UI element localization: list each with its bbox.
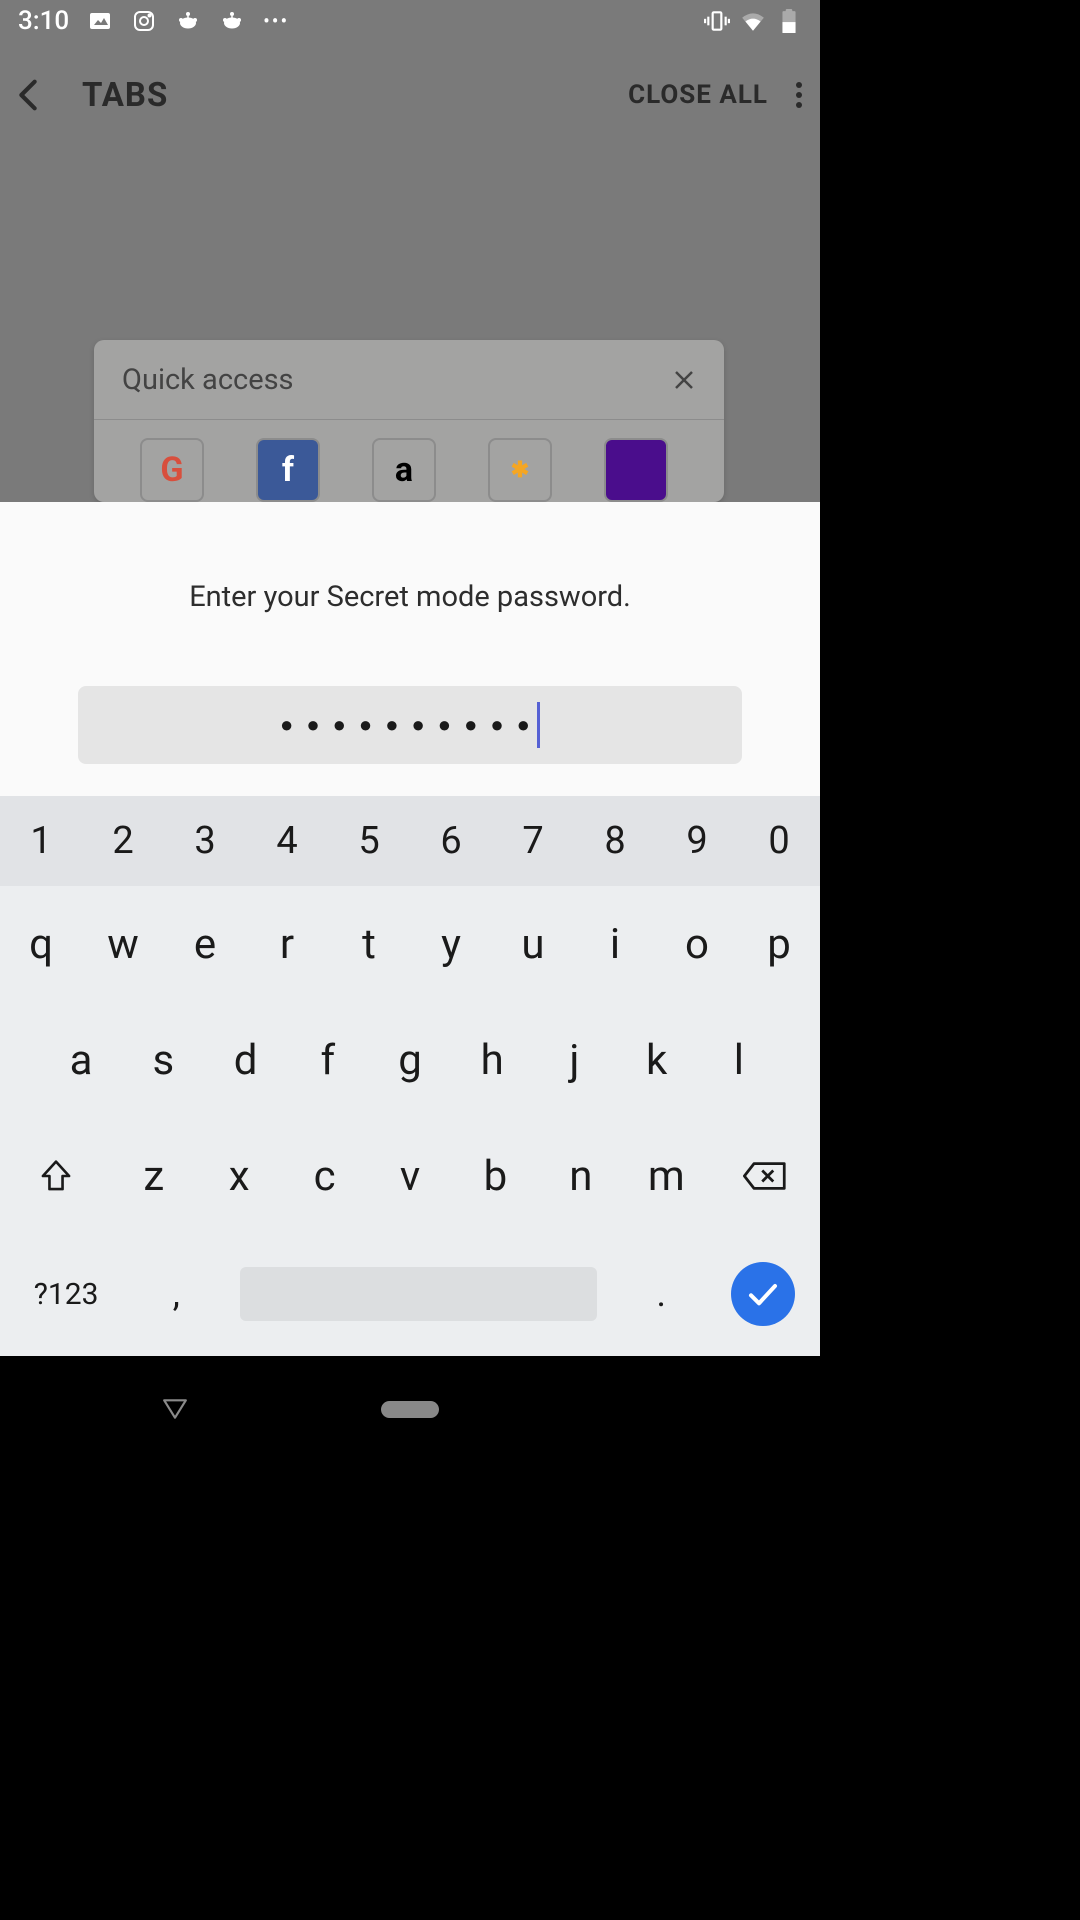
nav-home-pill[interactable]	[381, 1401, 439, 1418]
comma-key[interactable]: ,	[132, 1234, 220, 1354]
more-menu-icon[interactable]	[796, 82, 802, 108]
key-4[interactable]: 4	[246, 796, 328, 886]
quick-access-icons: G f a ✱	[94, 420, 724, 502]
keyboard-row-2: a s d f g h j k l	[0, 1002, 820, 1118]
keyboard-bottom-row: ?123 , .	[0, 1234, 820, 1354]
space-key[interactable]	[220, 1234, 617, 1354]
keyboard-number-row: 1 2 3 4 5 6 7 8 9 0	[0, 796, 820, 886]
password-value: ●●●●●●●●●●	[280, 712, 543, 738]
key-0[interactable]: 0	[738, 796, 820, 886]
key-6[interactable]: 6	[410, 796, 492, 886]
key-b[interactable]: b	[453, 1118, 538, 1234]
period-key[interactable]: .	[617, 1234, 705, 1354]
key-5[interactable]: 5	[328, 796, 410, 886]
quick-access-facebook[interactable]: f	[256, 438, 320, 502]
keyboard-row-1: q w e r t y u i o p	[0, 886, 820, 1002]
status-right	[704, 8, 802, 34]
key-9[interactable]: 9	[656, 796, 738, 886]
key-v[interactable]: v	[367, 1118, 452, 1234]
key-7[interactable]: 7	[492, 796, 574, 886]
quick-access-title: Quick access	[122, 363, 294, 397]
reddit-icon	[175, 8, 201, 34]
quick-access-header: Quick access	[94, 340, 724, 420]
quick-access-google[interactable]: G	[140, 438, 204, 502]
key-c[interactable]: c	[282, 1118, 367, 1234]
key-u[interactable]: u	[492, 886, 574, 1002]
key-2[interactable]: 2	[82, 796, 164, 886]
key-z[interactable]: z	[111, 1118, 196, 1234]
nav-back-icon[interactable]	[162, 1398, 188, 1420]
background-overlay: 3:10 •••	[0, 0, 820, 502]
password-prompt-panel: Enter your Secret mode password. ●●●●●●●…	[0, 502, 820, 796]
key-8[interactable]: 8	[574, 796, 656, 886]
quick-access-yahoo[interactable]	[604, 438, 668, 502]
key-1[interactable]: 1	[0, 796, 82, 886]
photos-icon	[87, 8, 113, 34]
status-bar: 3:10 •••	[0, 0, 820, 42]
password-input[interactable]: ●●●●●●●●●●	[78, 686, 742, 764]
shift-key[interactable]	[0, 1118, 111, 1234]
key-r[interactable]: r	[246, 886, 328, 1002]
quick-access-amazon[interactable]: a	[372, 438, 436, 502]
key-q[interactable]: q	[0, 886, 82, 1002]
enter-button	[731, 1262, 795, 1326]
battery-icon	[776, 8, 802, 34]
more-notifications-icon: •••	[263, 8, 289, 34]
app-bar: TABS CLOSE ALL	[0, 60, 820, 130]
close-icon[interactable]	[672, 368, 696, 392]
key-x[interactable]: x	[196, 1118, 281, 1234]
text-cursor	[537, 702, 540, 748]
quick-access-card: Quick access G f a ✱	[94, 340, 724, 502]
space-bar	[240, 1267, 597, 1321]
key-3[interactable]: 3	[164, 796, 246, 886]
key-m[interactable]: m	[624, 1118, 709, 1234]
key-a[interactable]: a	[40, 1002, 122, 1118]
key-s[interactable]: s	[122, 1002, 204, 1118]
key-t[interactable]: t	[328, 886, 410, 1002]
quick-access-walmart[interactable]: ✱	[488, 438, 552, 502]
key-l[interactable]: l	[698, 1002, 780, 1118]
wifi-icon	[740, 8, 766, 34]
key-p[interactable]: p	[738, 886, 820, 1002]
status-left: 3:10 •••	[18, 6, 289, 36]
key-i[interactable]: i	[574, 886, 656, 1002]
key-e[interactable]: e	[164, 886, 246, 1002]
key-k[interactable]: k	[616, 1002, 698, 1118]
vibrate-icon	[704, 8, 730, 34]
enter-key[interactable]	[705, 1234, 820, 1354]
instagram-icon	[131, 8, 157, 34]
page-title: TABS	[82, 76, 168, 115]
reddit-icon-2	[219, 8, 245, 34]
status-time: 3:10	[18, 6, 69, 36]
keyboard-row-3: z x c v b n m	[0, 1118, 820, 1234]
key-f[interactable]: f	[287, 1002, 369, 1118]
key-g[interactable]: g	[369, 1002, 451, 1118]
keyboard: 1 2 3 4 5 6 7 8 9 0 q w e r t y u i o p …	[0, 796, 820, 1356]
key-y[interactable]: y	[410, 886, 492, 1002]
key-o[interactable]: o	[656, 886, 738, 1002]
key-n[interactable]: n	[538, 1118, 623, 1234]
symbol-key[interactable]: ?123	[0, 1234, 132, 1354]
key-h[interactable]: h	[451, 1002, 533, 1118]
back-icon[interactable]	[18, 78, 62, 112]
prompt-text: Enter your Secret mode password.	[189, 580, 631, 614]
backspace-key[interactable]	[709, 1118, 820, 1234]
close-all-button[interactable]: CLOSE ALL	[628, 80, 768, 110]
navigation-bar	[0, 1358, 820, 1460]
key-d[interactable]: d	[204, 1002, 286, 1118]
key-j[interactable]: j	[533, 1002, 615, 1118]
key-w[interactable]: w	[82, 886, 164, 1002]
